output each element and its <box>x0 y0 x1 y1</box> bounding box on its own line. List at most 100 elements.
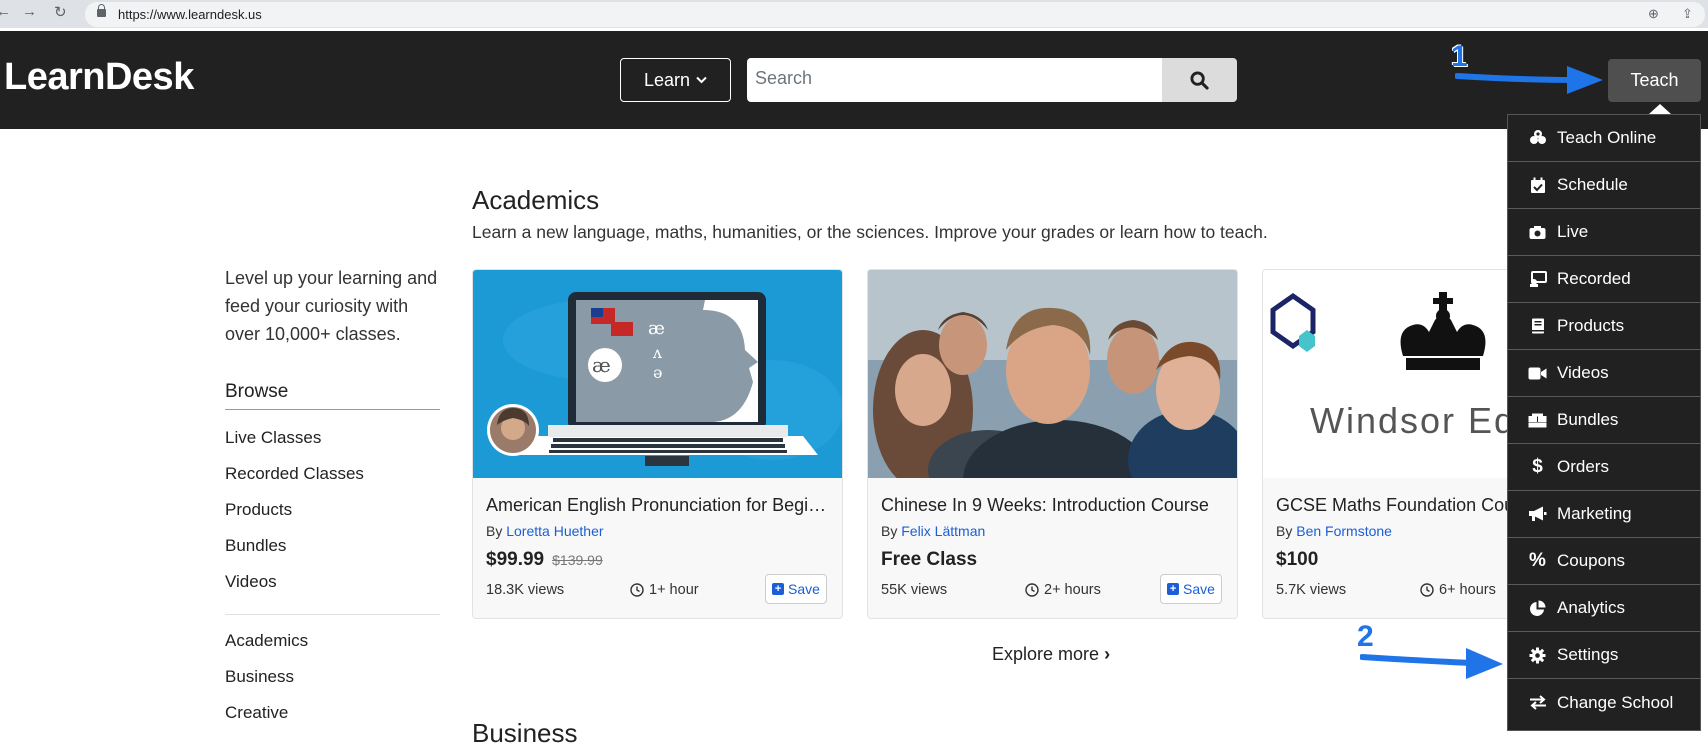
duration-text: 2+ hours <box>1044 582 1101 598</box>
logo[interactable]: LearnDesk <box>4 56 194 99</box>
reload-icon[interactable]: ↻ <box>54 3 67 21</box>
card-views: 18.3K views <box>486 582 565 598</box>
sidebar-item-business[interactable]: Business <box>225 659 440 695</box>
share-icon[interactable]: ⇪ <box>1682 6 1693 22</box>
sidebar-item-bundles[interactable]: Bundles <box>225 528 440 564</box>
sidebar-item-creative[interactable]: Creative <box>225 695 440 731</box>
menu-label: Recorded <box>1557 269 1631 288</box>
author-link[interactable]: Felix Lättman <box>901 523 985 539</box>
sidebar-item-recorded-classes[interactable]: Recorded Classes <box>225 456 440 492</box>
teach-dropdown-menu: Teach Online Schedule Live Recorded Prod… <box>1507 114 1701 731</box>
chevron-down-icon <box>696 76 707 84</box>
menu-item-products[interactable]: Products <box>1508 303 1700 350</box>
video-icon <box>1528 364 1547 383</box>
percent-icon: % <box>1529 550 1546 571</box>
menu-label: Bundles <box>1557 410 1619 429</box>
clock-icon <box>1025 583 1039 597</box>
class-card[interactable]: Chinese In 9 Weeks: Introduction Course … <box>867 269 1238 619</box>
learn-dropdown-button[interactable]: Learn <box>620 58 731 102</box>
svg-text:æ: æ <box>592 353 611 377</box>
author-link[interactable]: Loretta Huether <box>506 523 603 539</box>
recorded-icon <box>1528 270 1547 289</box>
annotation-arrow-1 <box>1455 66 1603 94</box>
card-author: By Loretta Huether <box>486 523 604 539</box>
menu-label: Change School <box>1557 692 1674 712</box>
search-button[interactable] <box>1162 58 1237 102</box>
menu-label: Products <box>1557 316 1625 335</box>
calendar-check-icon <box>1528 176 1547 195</box>
url-text: https://www.learndesk.us <box>118 7 262 22</box>
menu-label: Marketing <box>1557 504 1632 523</box>
zoom-icon[interactable]: ⊕ <box>1648 6 1659 22</box>
menu-item-live[interactable]: Live <box>1508 209 1700 256</box>
book-icon <box>1528 317 1547 336</box>
menu-label: Teach Online <box>1557 128 1657 147</box>
menu-item-settings[interactable]: Settings <box>1508 632 1700 679</box>
menu-item-coupons[interactable]: % Coupons <box>1508 538 1700 585</box>
address-bar[interactable]: https://www.learndesk.us ⊕ ⇪ <box>85 2 1705 27</box>
card-thumbnail <box>868 270 1237 478</box>
duration-text: 1+ hour <box>649 582 699 598</box>
by-prefix: By <box>1276 523 1293 539</box>
old-price: $139.99 <box>552 552 603 568</box>
sidebar-item-live-classes[interactable]: Live Classes <box>225 420 440 456</box>
menu-item-change-school[interactable]: Change School <box>1508 679 1700 726</box>
card-duration: 1+ hour <box>630 582 699 598</box>
card-thumbnail: æ æ ʌ ə <box>473 270 842 478</box>
menu-item-analytics[interactable]: Analytics <box>1508 585 1700 632</box>
save-label: Save <box>1183 581 1215 597</box>
card-price: $99.99 $139.99 <box>486 549 603 571</box>
search-placeholder: Search <box>755 68 813 88</box>
card-duration: 2+ hours <box>1025 582 1101 598</box>
menu-item-teach-online[interactable]: Teach Online <box>1508 115 1700 162</box>
menu-label: Analytics <box>1557 598 1626 617</box>
class-card[interactable]: æ æ ʌ ə American English Pronunciation f… <box>472 269 843 619</box>
svg-text:ʌ: ʌ <box>652 343 662 362</box>
menu-item-videos[interactable]: Videos <box>1508 350 1700 397</box>
card-author: By Felix Lättman <box>881 523 985 539</box>
menu-caret <box>1649 104 1671 114</box>
teach-online-icon <box>1528 129 1547 148</box>
browse-title: Browse <box>225 381 440 410</box>
plus-icon: + <box>772 583 785 595</box>
clock-icon <box>630 583 644 597</box>
tagline: Level up your learning and feed your cur… <box>225 268 438 344</box>
by-prefix: By <box>486 523 503 539</box>
learn-label: Learn <box>643 69 691 90</box>
sidebar: Level up your learning and feed your cur… <box>225 264 440 731</box>
menu-item-schedule[interactable]: Schedule <box>1508 162 1700 209</box>
save-button[interactable]: + Save <box>765 574 827 604</box>
pie-chart-icon <box>1528 599 1547 618</box>
explore-more-link[interactable]: Explore more › <box>992 644 1110 665</box>
forward-icon[interactable]: → <box>22 3 37 20</box>
gear-icon <box>1528 646 1547 665</box>
menu-item-orders[interactable]: $ Orders <box>1508 444 1700 491</box>
plus-icon: + <box>1167 583 1180 595</box>
back-icon[interactable]: ← <box>0 3 11 20</box>
search-input[interactable]: Search <box>747 58 1162 102</box>
megaphone-icon <box>1528 505 1547 524</box>
card-title[interactable]: American English Pronunciation for Begin… <box>486 495 836 516</box>
clock-icon <box>1420 583 1434 597</box>
lock-icon <box>97 4 106 17</box>
menu-label: Coupons <box>1557 551 1626 570</box>
section-title-business: Business <box>472 718 578 748</box>
author-link[interactable]: Ben Formstone <box>1296 523 1392 539</box>
menu-label: Settings <box>1557 645 1619 664</box>
sidebar-item-videos[interactable]: Videos <box>225 564 440 600</box>
save-button[interactable]: + Save <box>1160 574 1222 604</box>
card-duration: 6+ hours <box>1420 582 1496 598</box>
menu-item-marketing[interactable]: Marketing <box>1508 491 1700 538</box>
menu-item-recorded[interactable]: Recorded <box>1508 256 1700 303</box>
sidebar-item-products[interactable]: Products <box>225 492 440 528</box>
dollar-icon: $ <box>1532 456 1543 477</box>
menu-label: Live <box>1557 222 1589 241</box>
explore-label: Explore more <box>992 644 1100 664</box>
duration-text: 6+ hours <box>1439 582 1496 598</box>
menu-label: Videos <box>1557 363 1609 382</box>
teach-button[interactable]: Teach <box>1608 59 1701 102</box>
menu-item-bundles[interactable]: Bundles <box>1508 397 1700 444</box>
section-subtitle: Learn a new language, maths, humanities,… <box>472 222 1268 242</box>
card-title[interactable]: Chinese In 9 Weeks: Introduction Course <box>881 495 1231 516</box>
sidebar-item-academics[interactable]: Academics <box>225 623 440 659</box>
